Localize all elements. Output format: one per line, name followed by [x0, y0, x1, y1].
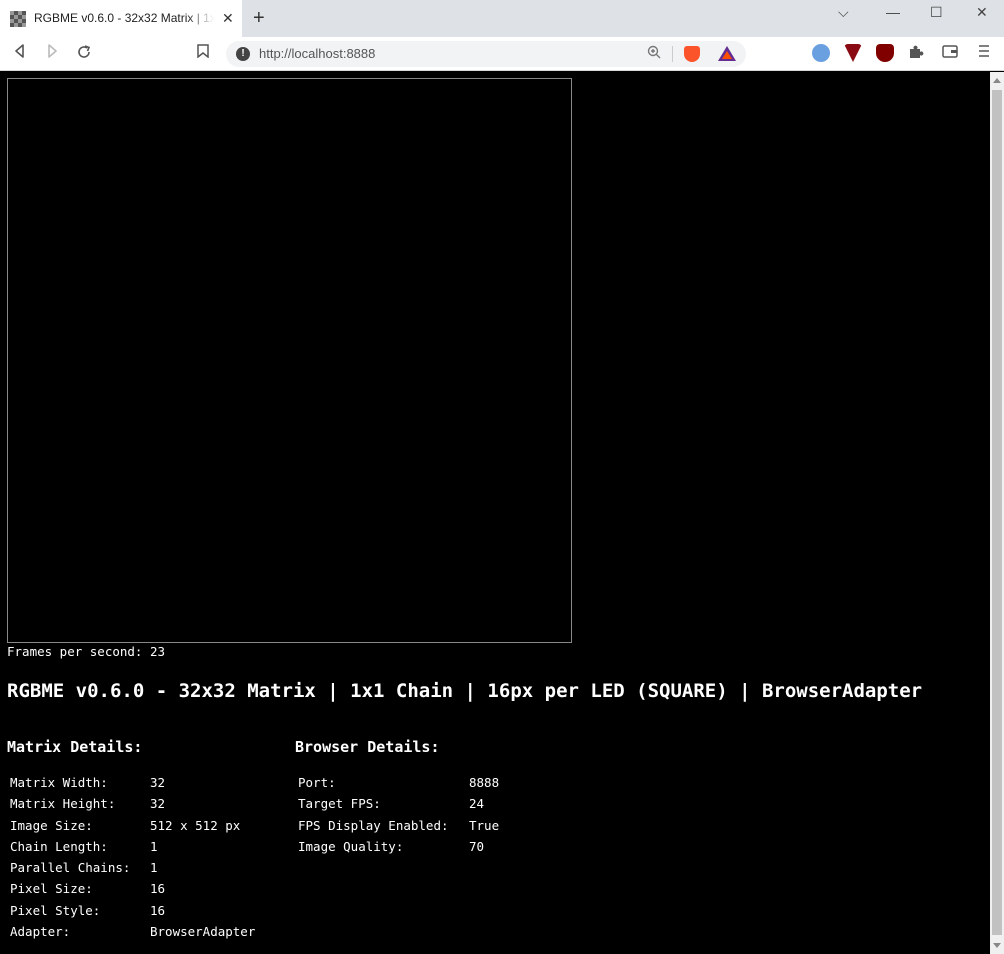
forward-icon[interactable]	[42, 44, 62, 64]
detail-value: 32	[150, 775, 166, 790]
browser-tab[interactable]: RGBME v0.6.0 - 32x32 Matrix | 1x1 ✕	[0, 0, 242, 37]
detail-key: Image Quality:	[298, 838, 404, 854]
tab-search-chevron-icon[interactable]: ⌵	[838, 4, 849, 21]
bookmark-icon[interactable]	[193, 44, 213, 64]
detail-row: FPS Display Enabled: True	[298, 818, 499, 839]
detail-key: Matrix Width:	[10, 775, 108, 790]
favicon-icon	[10, 11, 26, 27]
brave-rewards-icon[interactable]	[718, 46, 736, 61]
detail-key: Image Size:	[10, 817, 93, 833]
scroll-down-icon[interactable]	[993, 943, 1001, 948]
url-text[interactable]: http://localhost:8888	[259, 46, 375, 61]
brave-shields-icon[interactable]	[684, 46, 700, 62]
detail-key: Adapter:	[10, 924, 71, 940]
detail-value: 512 x 512 px	[150, 817, 241, 833]
site-info-icon[interactable]: !	[236, 47, 250, 61]
divider	[672, 46, 673, 62]
detail-row: Parallel Chains: 1	[10, 860, 255, 881]
detail-key: Parallel Chains:	[10, 860, 131, 876]
matrix-details-table: Matrix Width: 32 Matrix Height: 32 Image S…	[10, 775, 255, 945]
detail-value: 1	[150, 860, 158, 876]
close-window-button[interactable]: ✕	[976, 4, 988, 21]
detail-row: Chain Length: 1	[10, 839, 255, 860]
detail-value: 8888	[469, 775, 500, 790]
new-tab-button[interactable]: +	[253, 8, 265, 28]
extension-icon[interactable]	[844, 44, 862, 62]
detail-row: Adapter: BrowserAdapter	[10, 924, 255, 945]
detail-value: True	[469, 817, 500, 833]
detail-value: 16	[150, 902, 166, 918]
vertical-scrollbar[interactable]	[990, 72, 1004, 954]
detail-row: Image Size: 512 x 512 px	[10, 818, 255, 839]
tab-title: RGBME v0.6.0 - 32x32 Matrix | 1x1	[34, 11, 214, 25]
back-icon[interactable]	[10, 44, 30, 64]
detail-value: 24	[469, 796, 485, 812]
detail-key: Matrix Height:	[10, 796, 116, 812]
menu-icon[interactable]	[974, 44, 994, 64]
detail-key: Target FPS:	[298, 796, 381, 812]
detail-row: Image Quality: 70	[298, 839, 499, 860]
scroll-up-icon[interactable]	[993, 78, 1001, 83]
detail-value: 16	[150, 881, 166, 897]
detail-row: Pixel Style: 16	[10, 903, 255, 924]
browser-toolbar: ! http://localhost:8888	[0, 37, 1004, 71]
matrix-canvas	[7, 78, 572, 643]
detail-key: FPS Display Enabled:	[298, 817, 449, 833]
scrollbar-thumb[interactable]	[992, 90, 1002, 935]
detail-value: BrowserAdapter	[150, 924, 256, 940]
detail-row: Target FPS: 24	[298, 796, 499, 817]
detail-value: 32	[150, 796, 166, 812]
detail-row: Matrix Height: 32	[10, 796, 255, 817]
address-bar[interactable]: ! http://localhost:8888	[226, 41, 746, 67]
detail-row: Pixel Size: 16	[10, 881, 255, 902]
detail-row: Port: 8888	[298, 775, 499, 796]
extension-icon[interactable]	[812, 44, 830, 62]
ublock-icon[interactable]	[876, 44, 894, 62]
detail-value: 1	[150, 838, 158, 854]
detail-row: Matrix Width: 32	[10, 775, 255, 796]
detail-key: Pixel Style:	[10, 902, 101, 918]
zoom-icon[interactable]	[647, 45, 661, 62]
detail-value: 70	[469, 838, 485, 854]
page-headline: RGBME v0.6.0 - 32x32 Matrix | 1x1 Chain …	[7, 680, 923, 702]
detail-key: Chain Length:	[10, 838, 108, 854]
title-bar: RGBME v0.6.0 - 32x32 Matrix | 1x1 ✕ + ⌵ …	[0, 0, 1004, 37]
detail-key: Pixel Size:	[10, 881, 93, 897]
browser-details-title: Browser Details:	[295, 738, 440, 756]
detail-key: Port:	[298, 775, 336, 790]
minimize-button[interactable]: —	[886, 4, 900, 20]
browser-details-table: Port: 8888 Target FPS: 24 FPS Display Enab…	[298, 775, 499, 860]
close-tab-icon[interactable]: ✕	[222, 10, 234, 26]
reload-icon[interactable]	[74, 44, 94, 64]
puzzle-icon[interactable]	[906, 44, 926, 64]
fps-counter: Frames per second: 23	[7, 644, 166, 659]
maximize-button[interactable]: ☐	[930, 4, 943, 21]
wallet-icon[interactable]	[940, 44, 960, 64]
matrix-details-title: Matrix Details:	[7, 738, 143, 756]
